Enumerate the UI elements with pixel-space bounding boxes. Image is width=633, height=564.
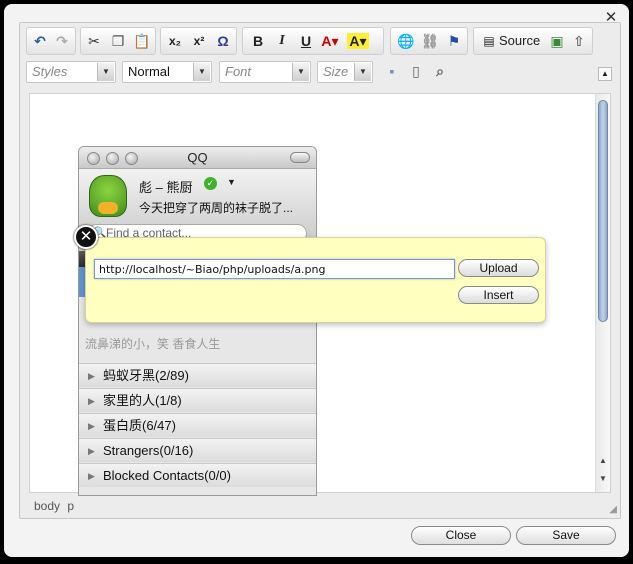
preview-icon[interactable]: ⌕ (429, 60, 451, 82)
styles-combo[interactable]: Styles ▼ (26, 61, 116, 83)
text-color-icon[interactable]: A▾ (319, 30, 341, 52)
copy-icon[interactable]: ❐ (107, 30, 129, 52)
chevron-down-icon[interactable]: ▼ (354, 63, 371, 81)
subscript-icon[interactable]: x₂ (164, 30, 186, 52)
size-combo-label: Size (323, 64, 349, 79)
size-combo[interactable]: Size ▼ (317, 61, 373, 83)
disclosure-triangle-icon: ▶ (88, 471, 95, 481)
clipboard-group: ✂ ❐ 📋 (80, 27, 156, 55)
image-icon[interactable]: ▣ (546, 30, 568, 52)
qq-signature: 今天把穿了两周的袜子脱了... (139, 201, 294, 215)
bold-icon[interactable]: B (247, 30, 269, 52)
collapse-toolbar-icon[interactable]: ▲ (598, 67, 612, 81)
qq-group-label: 蚂蚁牙黑(2/89) (103, 368, 189, 383)
unlink-icon[interactable]: ⛓ (419, 30, 441, 52)
format-group: B I U A▾ A▾ (242, 27, 384, 55)
superscript-icon[interactable]: x² (188, 30, 210, 52)
qq-group-row: ▶ 蛋白质(6/47) (79, 413, 316, 437)
disclosure-triangle-icon: ▶ (88, 396, 95, 406)
font-combo-label: Font (225, 64, 252, 79)
image-upload-popup: Upload Insert (85, 237, 546, 323)
save-icon[interactable]: ▪ (381, 60, 403, 82)
cut-icon[interactable]: ✂ (83, 30, 105, 52)
styles-combo-label: Styles (32, 64, 68, 79)
font-combo[interactable]: Font ▼ (219, 61, 311, 83)
element-path-bar[interactable]: body p (34, 499, 74, 513)
close-icon[interactable]: ✕ (74, 225, 98, 249)
resize-grip-icon[interactable]: ◢ (609, 504, 617, 515)
underline-icon[interactable]: U (295, 30, 317, 52)
chevron-down-icon: ▼ (227, 177, 236, 187)
disclosure-triangle-icon: ▶ (88, 421, 95, 431)
links-group: 🌐 ⛓ ⚑ (390, 27, 468, 55)
scroll-down-icon[interactable]: ▼ (598, 474, 608, 483)
close-button[interactable]: Close (411, 526, 511, 545)
qq-group-label: 家里的人(1/8) (103, 393, 182, 408)
upload-arrow-icon[interactable]: ⇧ (568, 30, 590, 52)
qq-group-label: Blocked Contacts(0/0) (103, 468, 231, 483)
qq-titlebar: QQ (79, 147, 316, 169)
format-combo[interactable]: Normal ▼ (122, 61, 212, 83)
bg-color-icon[interactable]: A▾ (347, 33, 369, 49)
disclosure-triangle-icon: ▶ (88, 446, 95, 456)
scroll-up-icon[interactable]: ▲ (598, 456, 608, 465)
online-status-icon: ✓ (204, 177, 217, 190)
page-icon[interactable]: ▯ (405, 60, 427, 82)
image-url-input[interactable] (94, 259, 455, 279)
format-combo-label: Normal (128, 64, 170, 79)
disclosure-triangle-icon: ▶ (88, 371, 95, 381)
qq-group-row: ▶ 蚂蚁牙黑(2/89) (79, 363, 316, 387)
insert-button[interactable]: Insert (458, 286, 539, 304)
toolbar-toggle-icon (290, 152, 310, 163)
upload-button[interactable]: Upload (458, 259, 539, 277)
chevron-down-icon[interactable]: ▼ (292, 63, 309, 81)
source-button[interactable]: Source (496, 30, 543, 52)
doc-tools-group: ▪ ▯ ⌕ (379, 58, 463, 86)
qq-group-label: Strangers(0/16) (103, 443, 194, 458)
vertical-scrollbar[interactable]: ▲ ▼ (595, 94, 610, 492)
qq-faded-contact: 流鼻涕的小，笑 香食人生 (85, 337, 221, 351)
italic-icon[interactable]: I (271, 30, 293, 52)
qq-group-row: ▶ 家里的人(1/8) (79, 388, 316, 412)
special-group: x₂ x² Ω (160, 27, 237, 55)
qq-group-row: ▶ Strangers(0/16) (79, 438, 316, 462)
redo-icon[interactable]: ↷ (51, 30, 73, 52)
qq-group-row: ▶ Blocked Contacts(0/0) (79, 463, 316, 487)
flag-anchor-icon[interactable]: ⚑ (443, 30, 465, 52)
chevron-down-icon[interactable]: ▼ (97, 63, 114, 81)
undo-icon[interactable]: ↶ (29, 30, 51, 52)
save-button[interactable]: Save (516, 526, 616, 545)
scroll-thumb[interactable] (598, 100, 608, 322)
qq-nickname: 彪 – 熊厨 (139, 180, 193, 195)
omega-icon[interactable]: Ω (212, 30, 234, 52)
history-group: ↶ ↷ (26, 27, 76, 55)
globe-link-icon[interactable]: 🌐 (395, 30, 417, 52)
paste-icon[interactable]: 📋 (131, 30, 153, 52)
qq-group-label: 蛋白质(6/47) (103, 418, 176, 433)
qq-title: QQ (187, 150, 208, 165)
avatar (89, 175, 127, 217)
chevron-down-icon[interactable]: ▼ (193, 63, 210, 81)
source-group: ▤ Source ▣ ⇧ (473, 27, 593, 55)
